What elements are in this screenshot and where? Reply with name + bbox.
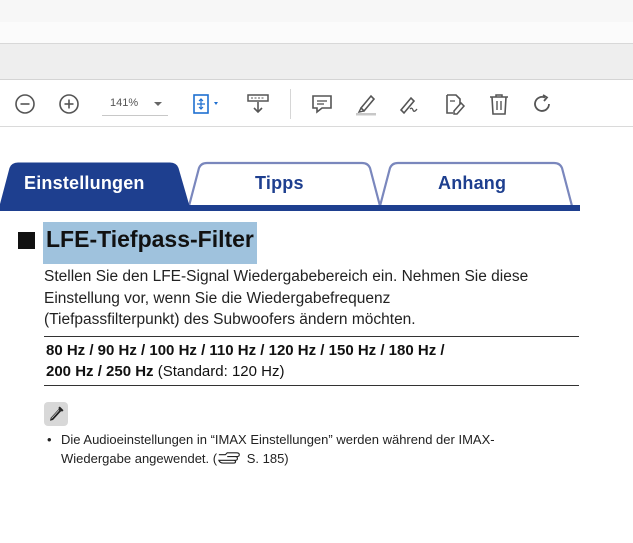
fit-page-icon[interactable] [190, 92, 226, 116]
description-line: (Tiefpassfilterpunkt) des Subwoofers änd… [44, 311, 416, 328]
section-description: Stellen Sie den LFE-Signal Wiedergabeber… [44, 266, 584, 331]
sign-icon[interactable] [397, 92, 421, 116]
description-line: Einstellung vor, wenn Sie die Wiedergabe… [44, 289, 391, 307]
note-pencil-icon [44, 402, 68, 426]
frequency-list-line2: 200 Hz / 250 Hz [46, 363, 154, 380]
edit-pdf-icon[interactable] [442, 92, 466, 116]
delete-icon[interactable] [487, 92, 511, 116]
frequency-options: 80 Hz / 90 Hz / 100 Hz / 110 Hz / 120 Hz… [46, 340, 581, 382]
tab-anhang[interactable]: Anhang [438, 173, 506, 194]
pdf-toolbar: 141% [0, 81, 633, 127]
zoom-in-icon[interactable] [57, 92, 81, 116]
tab-tipps[interactable]: Tipps [255, 173, 304, 194]
heading-square-marker [18, 232, 35, 249]
page-title: LFE-Tiefpass-Filter [43, 222, 257, 264]
window-address-strip [0, 22, 633, 44]
zoom-value: 141% [110, 97, 139, 109]
toolbar-divider [290, 89, 291, 119]
zoom-select[interactable]: 141% [102, 92, 168, 116]
bullet: • [47, 432, 52, 447]
zoom-out-icon[interactable] [13, 92, 37, 116]
app-tab-strip [0, 44, 633, 80]
frequency-list-line1: 80 Hz / 90 Hz / 100 Hz / 110 Hz / 120 Hz… [46, 342, 445, 359]
note-line: Die Audioeinstellungen in “IMAX Einstell… [61, 432, 495, 447]
window-top-strip [0, 0, 633, 22]
description-line: Stellen Sie den LFE-Signal Wiedergabeber… [44, 268, 529, 285]
frequency-default: (Standard: 120 Hz) [153, 363, 285, 380]
highlight-icon[interactable] [354, 92, 378, 116]
chevron-down-icon [154, 102, 162, 106]
rotate-icon[interactable] [530, 92, 554, 116]
tab-einstellungen[interactable]: Einstellungen [24, 173, 145, 194]
divider-top [44, 336, 579, 337]
scroll-mode-icon[interactable] [246, 92, 270, 116]
document-tab-bar: Einstellungen Tipps Anhang [0, 160, 580, 212]
page-reference[interactable]: S. 185) [243, 451, 289, 466]
note-line: Wiedergabe angewendet. ( [61, 451, 218, 466]
divider-bottom [44, 385, 579, 386]
pointing-hand-icon [218, 452, 240, 464]
comment-icon[interactable] [310, 92, 334, 116]
